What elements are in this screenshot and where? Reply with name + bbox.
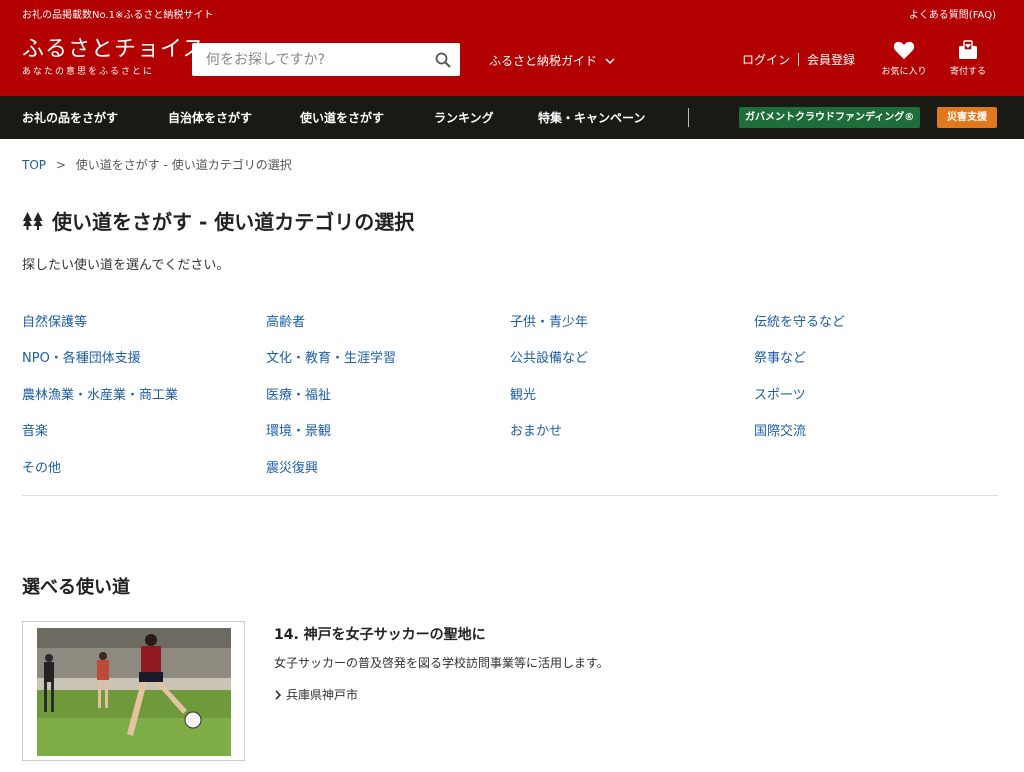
category-link[interactable]: 高齢者: [266, 311, 305, 330]
logo-subtext: あなたの意思をふるさとに: [22, 67, 155, 77]
search-box: [192, 43, 460, 76]
category-link[interactable]: 音楽: [22, 420, 48, 439]
site-header: ふるさとチョイス あなたの意思をふるさとに ふるさと納税ガイド ログイン 会員登録…: [0, 26, 1024, 96]
page-title: 使い道をさがす - 使い道カテゴリの選択: [22, 206, 414, 235]
top-bar: お礼の品掲載数No.1※ふるさと納税サイト よくある質問(FAQ): [0, 0, 1024, 26]
chevron-down-icon: [605, 58, 615, 65]
donate-label: 寄付する: [949, 67, 986, 77]
site-logo[interactable]: ふるさとチョイス あなたの意思をふるさとに: [22, 37, 206, 78]
project-title[interactable]: 14. 神戸を女子サッカーの聖地に: [274, 624, 486, 644]
guide-menu[interactable]: ふるさと納税ガイド: [489, 52, 615, 69]
category-link[interactable]: 国際交流: [754, 420, 806, 439]
category-link[interactable]: 農林漁業・水産業・商工業: [22, 384, 178, 403]
search-input[interactable]: [192, 43, 420, 76]
nav-item-gifts[interactable]: お礼の品をさがす: [22, 109, 118, 126]
project-location-label: 兵庫県神戸市: [286, 688, 359, 702]
soccer-photo: [37, 628, 231, 756]
project-thumbnail[interactable]: [22, 621, 245, 761]
donate-button[interactable]: 寄付する: [943, 40, 993, 77]
nav-divider: [688, 108, 689, 127]
category-link[interactable]: NPO・各種団体支援: [22, 347, 141, 366]
divider: [798, 53, 800, 66]
breadcrumb-current: 使い道をさがす - 使い道カテゴリの選択: [75, 158, 292, 172]
search-button[interactable]: [426, 43, 460, 76]
main-nav: お礼の品をさがす 自治体をさがす 使い道をさがす ランキング 特集・キャンペーン…: [0, 96, 1024, 139]
page-title-text: 使い道をさがす - 使い道カテゴリの選択: [52, 210, 415, 234]
breadcrumb-separator: >: [55, 158, 66, 172]
search-icon: [435, 52, 451, 68]
breadcrumb: TOP > 使い道をさがす - 使い道カテゴリの選択: [22, 156, 292, 173]
guide-label: ふるさと納税ガイド: [489, 54, 598, 68]
nav-item-ranking[interactable]: ランキング: [434, 109, 494, 126]
category-link[interactable]: 観光: [510, 384, 536, 403]
category-link[interactable]: 伝統を守るなど: [754, 311, 845, 330]
section-title: 選べる使い道: [22, 577, 130, 598]
category-link[interactable]: 子供・青少年: [510, 311, 588, 330]
project-description: 女子サッカーの普及啓発を図る学校訪問事業等に活用します。: [274, 656, 609, 670]
category-link[interactable]: 自然保護等: [22, 311, 87, 330]
disaster-support-button[interactable]: 災害支援: [937, 107, 997, 128]
breadcrumb-top-link[interactable]: TOP: [22, 158, 46, 172]
category-link[interactable]: その他: [22, 457, 61, 476]
category-link[interactable]: 文化・教育・生涯学習: [266, 347, 396, 366]
category-link[interactable]: おまかせ: [510, 420, 562, 439]
nav-item-features[interactable]: 特集・キャンペーン: [538, 109, 645, 126]
faq-link[interactable]: よくある質問(FAQ): [909, 6, 996, 21]
page-intro: 探したい使い道を選んでください。: [22, 258, 230, 273]
logo-text: ふるさとチョイス: [22, 37, 206, 62]
trees-icon: [23, 211, 43, 230]
nav-item-municipalities[interactable]: 自治体をさがす: [168, 109, 252, 126]
project-location[interactable]: 兵庫県神戸市: [274, 686, 358, 703]
nav-item-usage[interactable]: 使い道をさがす: [300, 109, 384, 126]
chevron-right-icon: [275, 690, 282, 700]
favorites-label: お気に入り: [881, 67, 927, 77]
favorites-button[interactable]: お気に入り: [879, 40, 929, 77]
category-link[interactable]: 医療・福祉: [266, 384, 331, 403]
site-tagline: お礼の品掲載数No.1※ふるさと納税サイト: [22, 10, 214, 21]
category-link[interactable]: 公共設備など: [510, 347, 588, 366]
account-links: ログイン 会員登録: [742, 51, 855, 68]
category-link[interactable]: スポーツ: [754, 384, 806, 403]
category-link[interactable]: 祭事など: [754, 347, 806, 366]
register-link[interactable]: 会員登録: [807, 53, 855, 67]
category-link[interactable]: 震災復興: [266, 457, 318, 476]
login-link[interactable]: ログイン: [742, 53, 790, 67]
donation-box-icon: [959, 40, 977, 59]
gcf-button[interactable]: ガバメントクラウドファンディング®: [739, 107, 921, 128]
heart-icon: [893, 41, 915, 60]
category-link[interactable]: 環境・景観: [266, 420, 331, 439]
section-divider: [22, 495, 998, 496]
